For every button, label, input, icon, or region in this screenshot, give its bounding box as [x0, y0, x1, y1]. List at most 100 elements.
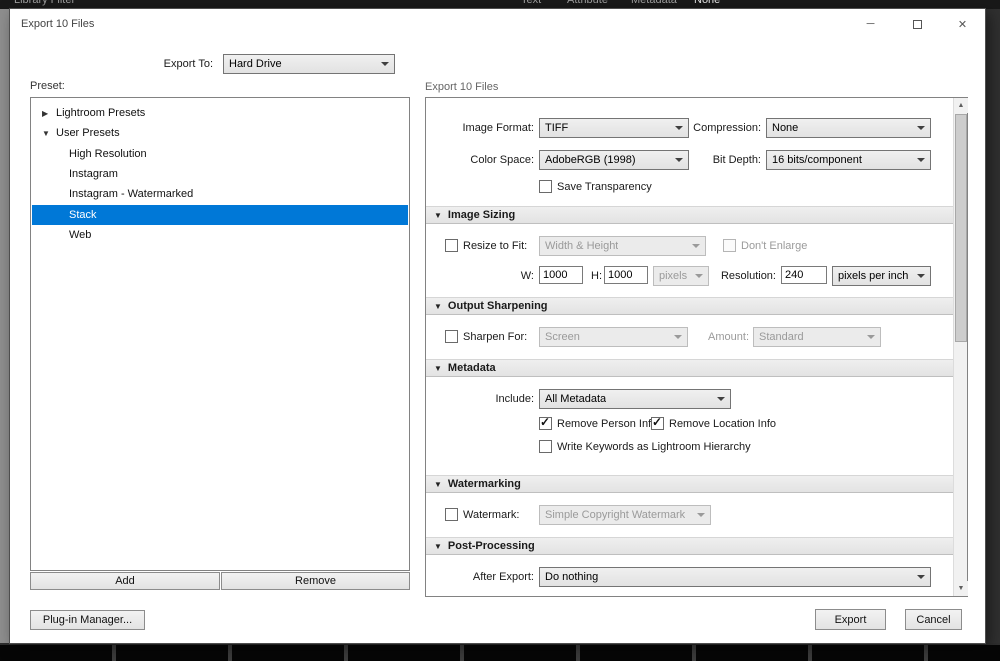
background-left-edge: [0, 9, 10, 643]
after-export-select[interactable]: Do nothing: [539, 567, 931, 587]
settings-panel: Image Format: TIFF Compression: None Col…: [425, 97, 968, 597]
collapsed-arrow-icon[interactable]: ▶: [42, 109, 54, 118]
remove-person-info-label[interactable]: Remove Person Info: [557, 418, 657, 431]
close-icon: ✕: [957, 18, 968, 31]
add-preset-button[interactable]: Add: [30, 572, 220, 590]
remove-location-info-label[interactable]: Remove Location Info: [669, 418, 776, 431]
watermark-style-select: Simple Copyright Watermark: [539, 505, 711, 525]
section-arrow-icon[interactable]: ▼: [434, 211, 442, 220]
width-input[interactable]: [539, 266, 583, 284]
section-arrow-icon[interactable]: ▼: [434, 364, 442, 373]
resize-to-fit-label[interactable]: Resize to Fit:: [463, 240, 527, 253]
section-arrow-icon[interactable]: ▼: [434, 302, 442, 311]
export-to-select[interactable]: Hard Drive: [223, 54, 395, 74]
scrollbar-thumb[interactable]: [955, 114, 967, 342]
metadata-include-select[interactable]: All Metadata: [539, 389, 731, 409]
minimize-button[interactable]: ─: [848, 9, 893, 39]
bit-depth-select[interactable]: 16 bits/component: [766, 150, 931, 170]
size-units-select: pixels: [653, 266, 709, 286]
section-header-metadata[interactable]: ▼ Metadata: [426, 359, 954, 377]
dropdown-arrow-icon: [917, 158, 925, 162]
dropdown-arrow-icon: [381, 62, 389, 66]
check-icon: ✓: [652, 415, 663, 429]
dialog-titlebar[interactable]: Export 10 Files ─ ✕: [10, 9, 985, 39]
sharpen-for-label[interactable]: Sharpen For:: [463, 331, 527, 344]
scroll-up-icon[interactable]: ▲: [954, 98, 968, 113]
dont-enlarge-checkbox: [723, 239, 736, 252]
watermark-checkbox[interactable]: [445, 508, 458, 521]
resolution-label: Resolution:: [720, 270, 776, 282]
compression-select[interactable]: None: [766, 118, 931, 138]
color-space-label: Color Space:: [470, 154, 534, 166]
filter-metadata-label: Metadata: [631, 0, 677, 6]
remove-location-info-checkbox[interactable]: ✓: [651, 415, 664, 430]
background-app-bar: Library Filter Text Attribute Metadata N…: [0, 0, 1000, 9]
watermark-label[interactable]: Watermark:: [463, 509, 519, 522]
minimize-icon: ─: [866, 18, 875, 30]
plugin-manager-button[interactable]: Plug-in Manager...: [30, 610, 145, 630]
dropdown-arrow-icon: [917, 126, 925, 130]
section-arrow-icon[interactable]: ▼: [434, 542, 442, 551]
preset-item-instagram[interactable]: Instagram: [32, 164, 408, 184]
close-button[interactable]: ✕: [940, 9, 985, 39]
filter-attribute-label: Attribute: [567, 0, 608, 6]
dropdown-arrow-icon: [917, 274, 925, 278]
export-button[interactable]: Export: [815, 609, 886, 630]
lightroom-screen: Library Filter Text Attribute Metadata N…: [0, 0, 1000, 661]
preset-item-web[interactable]: Web: [32, 225, 408, 245]
remove-person-info-checkbox[interactable]: ✓: [539, 415, 552, 430]
height-label: H:: [591, 270, 602, 282]
section-arrow-icon[interactable]: ▼: [434, 480, 442, 489]
maximize-button[interactable]: [895, 9, 940, 39]
section-header-output-sharpening[interactable]: ▼ Output Sharpening: [426, 297, 954, 315]
save-transparency-label[interactable]: Save Transparency: [557, 181, 652, 194]
sharpen-target-select: Screen: [539, 327, 688, 347]
export-dialog: Export 10 Files ─ ✕ Export To: Hard Driv…: [10, 9, 985, 643]
expanded-arrow-icon[interactable]: ▼: [42, 129, 54, 138]
filter-text-label: Text: [521, 0, 542, 6]
metadata-include-label: Include:: [495, 393, 534, 405]
dropdown-arrow-icon: [674, 335, 682, 339]
preset-item-instagram-watermarked[interactable]: Instagram - Watermarked: [32, 184, 408, 204]
section-header-watermarking[interactable]: ▼ Watermarking: [426, 475, 954, 493]
sharpen-amount-label: Amount:: [708, 331, 749, 343]
resize-mode-select: Width & Height: [539, 236, 706, 256]
preset-group-user-presets[interactable]: ▼ User Presets: [32, 123, 408, 143]
write-keywords-label[interactable]: Write Keywords as Lightroom Hierarchy: [557, 441, 751, 454]
preset-label: Preset:: [30, 80, 65, 92]
scroll-down-icon[interactable]: ▼: [954, 581, 968, 596]
remove-preset-button[interactable]: Remove: [221, 572, 410, 590]
resolution-input[interactable]: [781, 266, 827, 284]
section-header-post-processing[interactable]: ▼ Post-Processing: [426, 537, 954, 555]
dialog-title: Export 10 Files: [21, 18, 95, 30]
resize-to-fit-checkbox[interactable]: [445, 239, 458, 252]
filmstrip-cells: [0, 645, 1000, 661]
preset-item-high-resolution[interactable]: High Resolution: [32, 144, 408, 164]
filmstrip: [0, 643, 1000, 661]
width-label: W:: [520, 270, 534, 282]
height-input[interactable]: [604, 266, 648, 284]
dont-enlarge-label: Don't Enlarge: [741, 240, 808, 252]
resolution-units-select[interactable]: pixels per inch: [832, 266, 931, 286]
check-icon: ✓: [540, 415, 551, 429]
preset-group-lightroom-presets[interactable]: ▶ Lightroom Presets: [32, 103, 408, 123]
sharpen-amount-select: Standard: [753, 327, 881, 347]
dropdown-arrow-icon: [867, 335, 875, 339]
export-to-label: Export To:: [163, 58, 213, 70]
section-header-image-sizing[interactable]: ▼ Image Sizing: [426, 206, 954, 224]
background-right-edge: [985, 9, 1000, 643]
filter-none-label: None: [694, 0, 721, 6]
settings-panel-header: Export 10 Files: [425, 81, 499, 93]
sharpen-for-checkbox[interactable]: [445, 330, 458, 343]
dropdown-arrow-icon: [692, 244, 700, 248]
after-export-label: After Export:: [472, 571, 534, 583]
preset-item-stack[interactable]: Stack: [32, 205, 408, 225]
save-transparency-checkbox[interactable]: [539, 180, 552, 193]
maximize-icon: [913, 19, 922, 29]
preset-list[interactable]: ▶ Lightroom Presets ▼ User Presets High …: [30, 97, 410, 571]
write-keywords-checkbox[interactable]: [539, 440, 552, 453]
library-filter-label: Library Filter: [14, 0, 76, 6]
compression-label: Compression:: [693, 122, 761, 134]
settings-scrollbar[interactable]: ▲ ▼: [953, 98, 968, 596]
cancel-button[interactable]: Cancel: [905, 609, 962, 630]
